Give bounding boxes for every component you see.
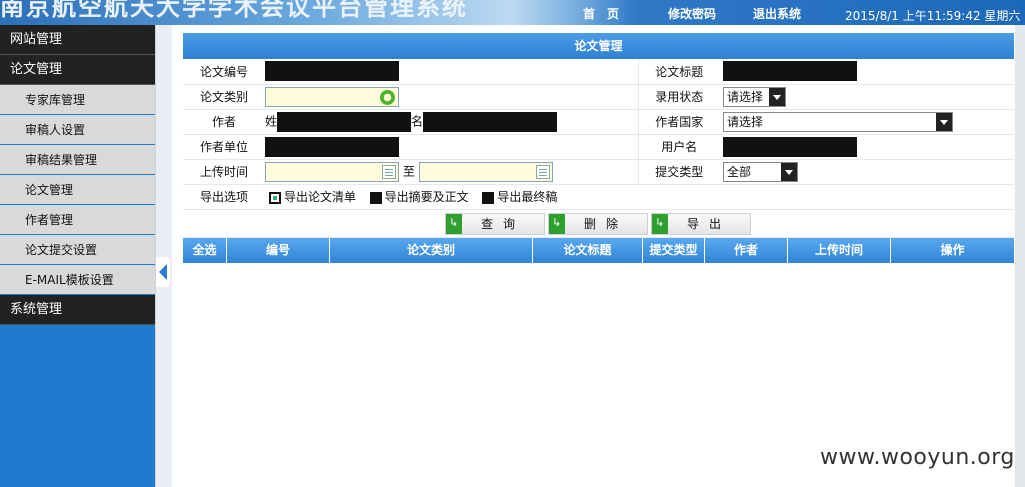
country-value: 请选择 [727, 114, 764, 129]
given-name-input[interactable] [423, 111, 558, 132]
export-button[interactable]: 导出 [651, 212, 751, 235]
chevron-down-icon [781, 162, 797, 181]
refresh-icon[interactable] [380, 89, 395, 105]
submit-type-value: 全部 [727, 164, 752, 179]
col-submit-type: 提交类型 [643, 237, 705, 263]
sidebar-item-system-management[interactable]: 系统管理 [0, 295, 155, 325]
upload-end-input[interactable] [418, 161, 553, 182]
arrow-icon [446, 213, 462, 234]
upload-start-input[interactable] [265, 161, 399, 182]
sidebar-item-review-results[interactable]: 审稿结果管理 [0, 145, 155, 175]
col-paper-title: 论文标题 [533, 237, 643, 263]
delete-button-label: 删除 [583, 216, 628, 231]
system-title: 南京航空航天大学学术会议平台管理系统 [0, 0, 468, 21]
chevron-down-icon [936, 112, 952, 131]
sidebar-item-submission-settings[interactable]: 论文提交设置 [0, 235, 155, 265]
username-label: 用户名 [637, 134, 720, 160]
paper-type-input[interactable] [265, 86, 399, 107]
accept-status-label: 录用状态 [637, 84, 720, 110]
country-select[interactable]: 请选择 [723, 111, 953, 132]
col-paper-type: 论文类别 [330, 237, 533, 263]
submit-type-select[interactable]: 全部 [723, 161, 798, 182]
calendar-icon[interactable] [382, 164, 396, 179]
upload-time-label: 上传时间 [183, 159, 265, 185]
top-banner: 南京航空航天大学学术会议平台管理系统 首 页 修改密码 退出系统 2015/8/… [0, 0, 1025, 25]
sidebar-item-expert-library[interactable]: 专家库管理 [0, 85, 155, 115]
paper-title-label: 论文标题 [637, 59, 720, 85]
to-label: 至 [402, 164, 415, 178]
calendar-icon[interactable] [535, 164, 550, 179]
panel-title: 论文管理 [183, 33, 1014, 59]
export-list-checkbox[interactable] [269, 191, 281, 204]
sidebar-item-reviewer-settings[interactable]: 审稿人设置 [0, 115, 155, 145]
paper-no-label: 论文编号 [183, 59, 265, 85]
collapse-sidebar-icon[interactable] [156, 257, 170, 287]
arrow-icon [652, 213, 668, 234]
sidebar-item-site-management[interactable]: 网站管理 [0, 25, 155, 55]
search-form: 论文编号 论文标题 论文类别 录用状态 请选择 作者 姓 名 作者国家 请选择 作… [183, 59, 1014, 210]
surname-label: 姓 [265, 114, 278, 128]
sidebar-item-paper-management[interactable]: 论文管理 [0, 55, 155, 85]
sidebar-splitter [155, 25, 172, 487]
select-all-header[interactable]: 全选 [183, 237, 227, 263]
export-button-label: 导出 [686, 216, 731, 231]
username-input[interactable] [723, 136, 857, 157]
affiliation-label: 作者单位 [183, 134, 265, 160]
export-list-label: 导出论文清单 [284, 190, 357, 204]
query-button-label: 查询 [480, 216, 525, 231]
arrow-icon [549, 213, 565, 234]
nav-change-password-link[interactable]: 修改密码 [668, 5, 716, 22]
col-upload-time: 上传时间 [788, 237, 891, 263]
sidebar: 网站管理 论文管理 专家库管理 审稿人设置 审稿结果管理 论文管理 作者管理 论… [0, 25, 155, 487]
button-row: 查询 删除 导出 [183, 210, 1014, 238]
paper-title-input[interactable] [723, 61, 857, 82]
accept-status-select[interactable]: 请选择 [723, 86, 786, 107]
submit-type-label: 提交类型 [637, 159, 720, 185]
col-actions: 操作 [940, 242, 965, 257]
nav-logout-link[interactable]: 退出系统 [753, 5, 801, 22]
export-final-checkbox[interactable] [482, 191, 495, 204]
surname-input[interactable] [277, 111, 412, 132]
export-abstract-checkbox[interactable] [369, 191, 382, 204]
query-button[interactable]: 查询 [445, 212, 545, 235]
watermark: www.wooyun.org [820, 445, 1015, 470]
col-number: 编号 [227, 237, 330, 263]
accept-status-value: 请选择 [727, 89, 764, 104]
chevron-down-icon [769, 87, 785, 106]
datetime-display: 2015/8/1 上午11:59:42 星期六 [845, 9, 1021, 23]
export-abstract-label: 导出摘要及正文 [384, 190, 469, 204]
nav-home-link[interactable]: 首 页 [583, 5, 619, 22]
paper-type-label: 论文类别 [183, 84, 265, 110]
sidebar-item-email-templates[interactable]: E-MAIL模板设置 [0, 265, 155, 295]
export-options-label: 导出选项 [183, 184, 265, 210]
affiliation-input[interactable] [265, 136, 399, 157]
paper-no-input[interactable] [265, 61, 399, 82]
results-table-header: 全选 编号 论文类别 论文标题 提交类型 作者 上传时间 操作 [183, 237, 1014, 263]
author-label: 作者 [183, 109, 265, 135]
sidebar-item-papers[interactable]: 论文管理 [0, 175, 155, 205]
paper-management-panel: 论文管理 论文编号 论文标题 论文类别 录用状态 请选择 作者 姓 名 作者国家 … [183, 33, 1014, 263]
country-label: 作者国家 [637, 109, 720, 135]
col-author: 作者 [705, 237, 788, 263]
scrollbar[interactable] [1015, 25, 1025, 487]
delete-button[interactable]: 删除 [548, 212, 648, 235]
export-final-label: 导出最终稿 [497, 190, 558, 204]
sidebar-item-authors[interactable]: 作者管理 [0, 205, 155, 235]
given-name-label: 名 [411, 114, 424, 128]
